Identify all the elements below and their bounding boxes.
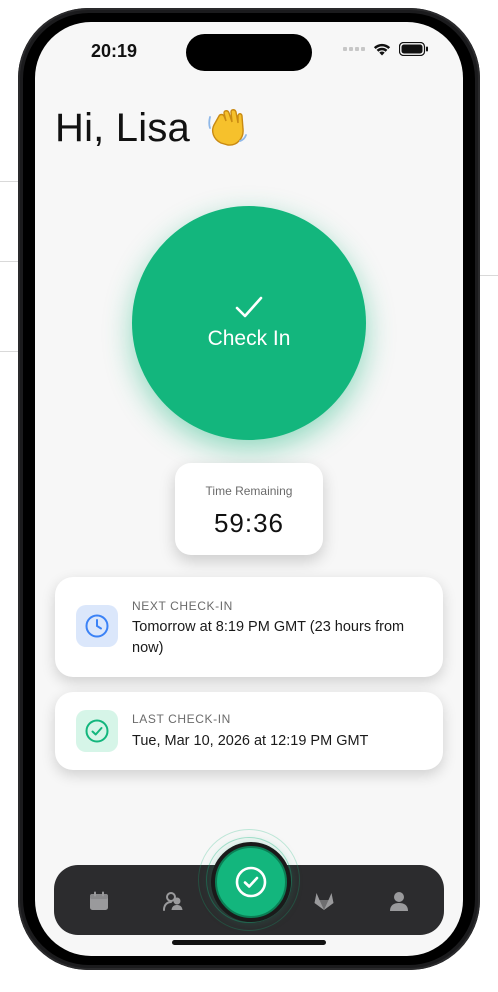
- last-check-in-text: Tue, Mar 10, 2026 at 12:19 PM GMT: [132, 733, 369, 749]
- profile-icon: [390, 892, 408, 911]
- next-check-in-text: Tomorrow at 8:19 PM GMT (23 hours from n…: [132, 619, 405, 656]
- check-in-label: Check In: [207, 327, 291, 350]
- wifi-icon: [373, 43, 391, 56]
- last-check-in-card: LAST CHECK-IN Tue, Mar 10, 2026 at 12:19…: [55, 692, 443, 770]
- greeting-text: Hi, Lisa: [55, 106, 190, 150]
- time-remaining-label: Time Remaining: [205, 484, 293, 498]
- check-in-button[interactable]: Check In: [132, 206, 366, 440]
- next-check-in-card: NEXT CHECK-IN Tomorrow at 8:19 PM GMT (2…: [55, 577, 443, 677]
- cellular-signal-icon: [343, 47, 365, 51]
- contacts-icon: [163, 892, 183, 911]
- dynamic-island: [186, 34, 312, 71]
- nav-calendar[interactable]: [84, 886, 114, 916]
- clock-icon-container: [76, 605, 118, 647]
- last-check-in-title: LAST CHECK-IN: [132, 712, 231, 726]
- gitlab-icon: [314, 893, 334, 910]
- waving-hand-icon: [208, 109, 248, 146]
- nav-check-in-fab[interactable]: [215, 846, 287, 918]
- checkmark-icon: [235, 296, 263, 318]
- check-circle-icon: [85, 719, 109, 743]
- calendar-icon: [90, 891, 108, 910]
- nav-gitlab[interactable]: [309, 886, 339, 916]
- home-indicator: [172, 940, 326, 945]
- status-icons: [343, 42, 429, 56]
- check-circle-icon: [235, 866, 267, 898]
- greeting-heading: Hi, Lisa: [55, 106, 249, 151]
- nav-profile[interactable]: [384, 886, 414, 916]
- check-circle-icon-container: [76, 710, 118, 752]
- battery-icon: [399, 42, 428, 56]
- status-time: 20:19: [91, 41, 138, 61]
- time-remaining-card: Time Remaining 59:36: [175, 463, 323, 555]
- next-check-in-title: NEXT CHECK-IN: [132, 599, 233, 613]
- app-screen: 20:19 Hi, Lisa Check In Time Remaining 5…: [35, 22, 463, 956]
- clock-icon: [85, 614, 109, 638]
- nav-contacts[interactable]: [159, 886, 189, 916]
- time-remaining-value: 59:36: [213, 508, 285, 538]
